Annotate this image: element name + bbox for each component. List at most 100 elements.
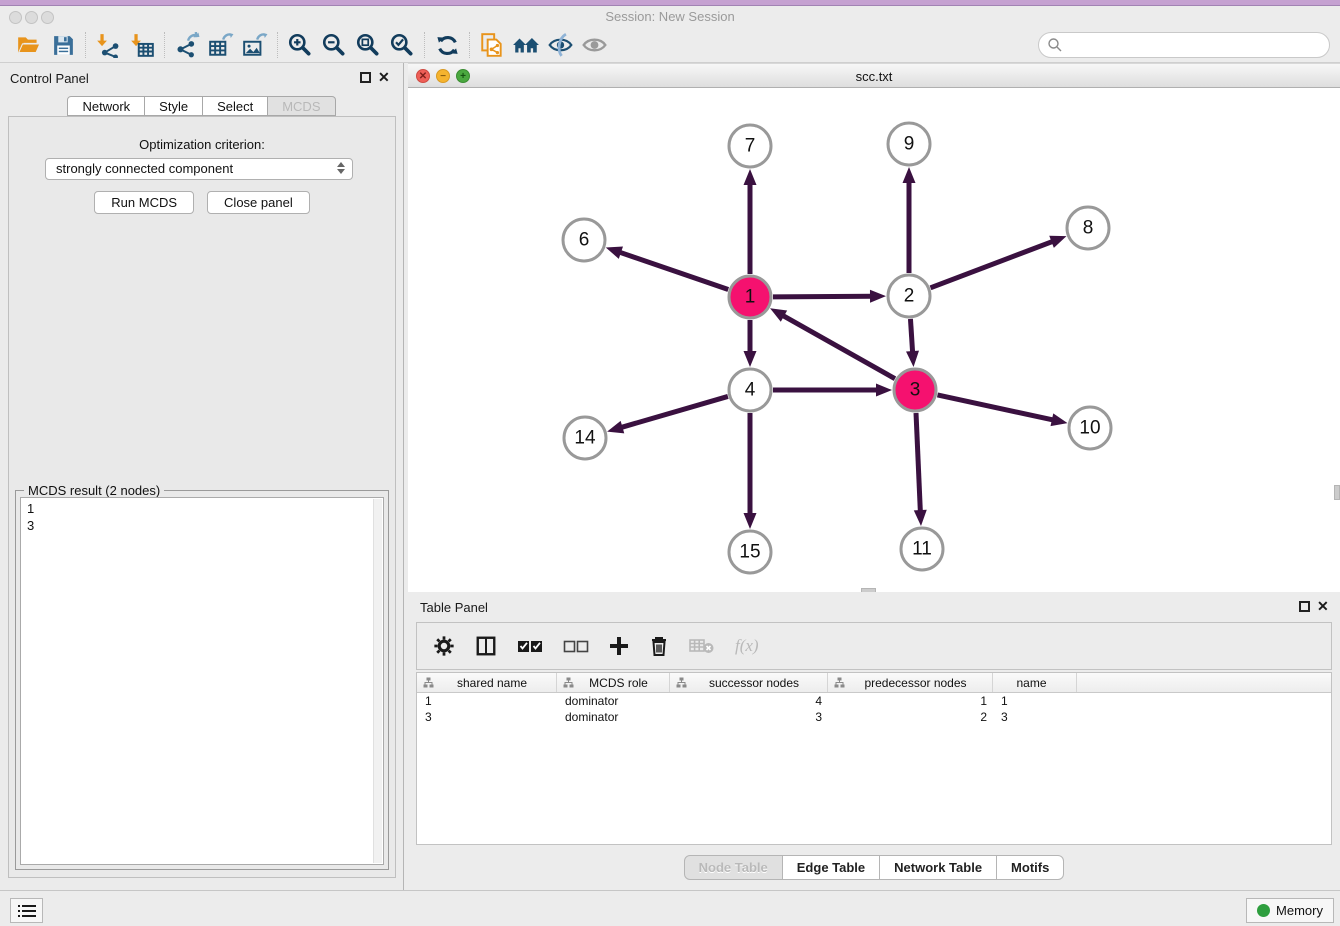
search-field-wrap [1038, 32, 1330, 58]
settings-gear-icon[interactable] [433, 635, 455, 657]
column-header-shared-name[interactable]: shared name [417, 673, 557, 692]
task-history-button[interactable] [10, 898, 43, 923]
float-panel-icon[interactable] [360, 72, 371, 83]
zoom-selected-icon[interactable] [385, 30, 419, 60]
optimization-label: Optimization criterion: [9, 137, 395, 152]
arrowhead-2-8 [1049, 236, 1066, 248]
table-cell[interactable]: 3 [417, 709, 557, 725]
mcds-result-lines: 13 [27, 500, 383, 534]
zoom-fit-icon[interactable] [351, 30, 385, 60]
arrowhead-4-15 [744, 513, 757, 529]
main-toolbar [0, 28, 1340, 63]
column-view-icon[interactable] [475, 635, 497, 657]
home-neighbors-icon[interactable] [509, 30, 543, 60]
arrowhead-1-6 [606, 247, 623, 259]
run-mcds-button[interactable]: Run MCDS [94, 191, 194, 214]
arrowhead-2-3 [906, 351, 919, 367]
table-cell[interactable]: 3 [670, 709, 828, 725]
table-cell[interactable]: 2 [828, 709, 993, 725]
arrowhead-1-2 [870, 290, 886, 303]
zoom-in-icon[interactable] [283, 30, 317, 60]
edge-2-8[interactable] [931, 241, 1055, 288]
node-label-4: 4 [745, 380, 756, 401]
edge-1-2[interactable] [773, 296, 873, 297]
table-row[interactable]: 3dominator323 [417, 709, 1331, 725]
memory-status-icon [1257, 904, 1270, 917]
table-panel: Table Panel ✕ [408, 592, 1340, 890]
table-cell[interactable]: dominator [557, 709, 670, 725]
hide-selected-eye-icon[interactable] [543, 30, 577, 60]
table-cell[interactable]: 1 [993, 693, 1077, 709]
tab-mcds[interactable]: MCDS [268, 96, 335, 116]
search-input[interactable] [1038, 32, 1330, 58]
column-header-name[interactable]: name [993, 673, 1077, 692]
arrowhead-1-4 [744, 351, 757, 367]
column-header-MCDS-role[interactable]: MCDS role [557, 673, 670, 692]
deselect-all-checkboxes-icon[interactable] [563, 638, 589, 654]
tab-network-table[interactable]: Network Table [880, 855, 997, 880]
save-session-icon[interactable] [46, 30, 80, 60]
mcds-result-text[interactable]: 13 [20, 497, 384, 865]
node-label-9: 9 [904, 134, 915, 155]
refresh-icon[interactable] [430, 30, 464, 60]
edge-1-6[interactable] [618, 252, 728, 290]
select-all-checkboxes-icon[interactable] [517, 638, 543, 654]
delete-table-icon-disabled [689, 637, 715, 655]
arrowhead-3-10 [1051, 413, 1068, 426]
add-column-icon[interactable] [609, 636, 629, 656]
edge-2-3[interactable] [910, 319, 912, 354]
node-table: shared nameMCDS rolesuccessor nodesprede… [416, 672, 1332, 845]
edge-3-1[interactable] [781, 315, 895, 379]
memory-button[interactable]: Memory [1246, 898, 1334, 923]
table-cell[interactable]: 1 [417, 693, 557, 709]
column-header-successor-nodes[interactable]: successor nodes [670, 673, 828, 692]
edge-3-11[interactable] [916, 413, 920, 513]
close-table-panel-icon[interactable]: ✕ [1317, 598, 1329, 614]
close-panel-button[interactable]: Close panel [207, 191, 310, 214]
clone-network-icon[interactable] [475, 30, 509, 60]
column-header-predecessor-nodes[interactable]: predecessor nodes [828, 673, 993, 692]
window-title: Session: New Session [0, 9, 1340, 24]
arrowhead-1-7 [744, 169, 757, 185]
table-body: 1dominator4113dominator323 [417, 693, 1331, 725]
export-network-icon[interactable] [170, 30, 204, 60]
result-scrollbar[interactable] [373, 499, 382, 863]
edge-3-10[interactable] [937, 395, 1054, 420]
node-label-7: 7 [745, 136, 756, 157]
result-line: 1 [27, 500, 383, 517]
network-canvas[interactable]: 7968124314101511 [408, 88, 1340, 592]
tab-edge-table[interactable]: Edge Table [783, 855, 880, 880]
table-cell[interactable]: 3 [993, 709, 1077, 725]
tab-select[interactable]: Select [203, 96, 268, 116]
import-network-icon[interactable] [91, 30, 125, 60]
network-view-window: ✕ − + scc.txt 7968124314101511 [408, 63, 1340, 592]
close-panel-icon[interactable]: ✕ [378, 69, 390, 85]
tab-style[interactable]: Style [145, 96, 203, 116]
tab-motifs[interactable]: Motifs [997, 855, 1064, 880]
control-panel-header: Control Panel ✕ [0, 63, 403, 93]
table-row[interactable]: 1dominator411 [417, 693, 1331, 709]
mcds-panel: Optimization criterion: strongly connect… [8, 116, 396, 878]
tab-node-table[interactable]: Node Table [684, 855, 783, 880]
control-panel-title: Control Panel [10, 71, 89, 86]
table-cell[interactable]: dominator [557, 693, 670, 709]
export-image-icon[interactable] [238, 30, 272, 60]
right-splitter-handle[interactable] [1334, 485, 1340, 500]
delete-column-trash-icon[interactable] [649, 635, 669, 657]
import-table-icon[interactable] [125, 30, 159, 60]
edge-4-14[interactable] [620, 396, 728, 428]
export-table-icon[interactable] [204, 30, 238, 60]
tab-network[interactable]: Network [67, 96, 145, 116]
table-cell[interactable]: 4 [670, 693, 828, 709]
optimization-select[interactable]: strongly connected component [45, 158, 353, 180]
open-folder-icon[interactable] [12, 30, 46, 60]
network-title: scc.txt [408, 69, 1340, 84]
node-label-2: 2 [904, 286, 915, 307]
table-cell[interactable]: 1 [828, 693, 993, 709]
control-panel: Control Panel ✕ NetworkStyleSelectMCDS O… [0, 63, 404, 890]
table-toolbar: f(x) [416, 622, 1332, 670]
network-titlebar[interactable]: ✕ − + scc.txt [408, 63, 1340, 88]
zoom-out-icon[interactable] [317, 30, 351, 60]
float-table-panel-icon[interactable] [1299, 601, 1310, 612]
table-panel-header: Table Panel ✕ [408, 592, 1340, 620]
